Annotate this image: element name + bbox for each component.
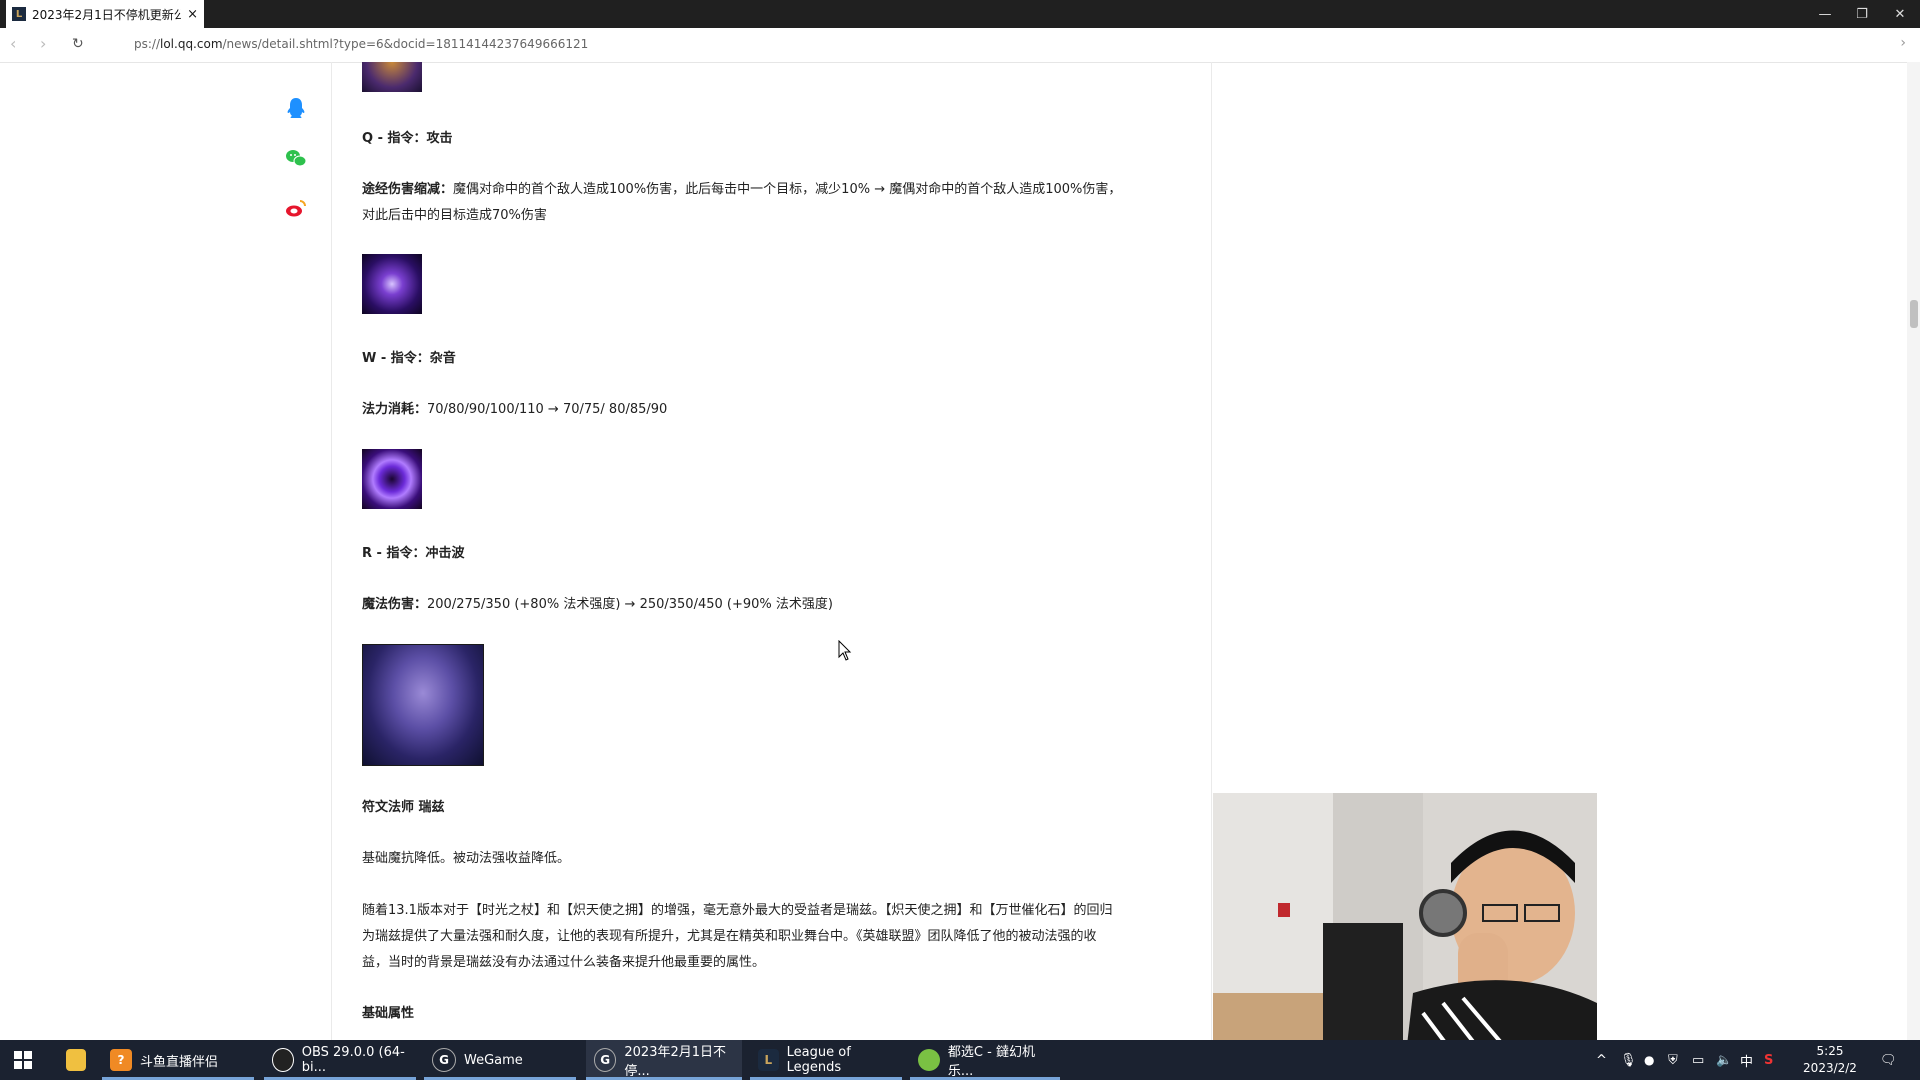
mouse-cursor-icon — [838, 640, 852, 661]
back-icon[interactable]: ‹ — [10, 34, 16, 53]
notification-icon[interactable]: 🗨 — [1880, 1040, 1897, 1080]
base-stats-heading: 基础属性 — [362, 1006, 415, 1021]
taskbar-item-browser[interactable]: G 2023年2月1日不停... — [586, 1040, 742, 1080]
system-clock[interactable]: 5:25 2023/2/2 — [1790, 1043, 1870, 1077]
reload-icon[interactable]: ↻ — [72, 36, 84, 52]
qq-share-icon[interactable] — [284, 96, 308, 120]
skill-icon-top — [362, 62, 422, 92]
page-content: Q - 指令：攻击 途经伤害缩减：魔偶对命中的首个敌人造成100%伤害，此后每击… — [0, 62, 1907, 1040]
windows-start-icon — [14, 1051, 32, 1069]
obs-icon — [272, 1048, 294, 1072]
lol-favicon-icon: L — [12, 7, 26, 21]
music-app-icon — [918, 1049, 940, 1071]
w-skill-title: W - 指令：杂音 — [362, 351, 456, 366]
chevron-right-icon[interactable]: › — [1900, 35, 1906, 51]
tray-up-arrow-icon[interactable]: ^ — [1596, 1040, 1607, 1080]
restore-button[interactable]: ❐ — [1842, 0, 1882, 28]
taskbar-item-music[interactable]: 都选C - 鐽幻机乐... — [910, 1040, 1060, 1080]
douyu-icon: ? — [110, 1049, 132, 1071]
folder-icon — [66, 1049, 86, 1071]
sogou-ime-icon[interactable]: S — [1764, 1040, 1773, 1080]
file-explorer-button[interactable] — [58, 1040, 94, 1080]
ime-indicator[interactable]: 中 — [1740, 1040, 1753, 1080]
start-button[interactable] — [0, 1040, 46, 1080]
vertical-scrollbar[interactable] — [1907, 62, 1920, 1040]
w-skill-icon — [362, 254, 422, 314]
browser-title-bar — [0, 0, 1920, 28]
microphone-icon[interactable]: 🎙 — [1620, 1040, 1637, 1080]
left-divider — [331, 62, 332, 1040]
taskbar-item-lol[interactable]: L League of Legends — [750, 1040, 902, 1080]
url-field[interactable]: ps://lol.qq.com/news/detail.shtml?type=6… — [134, 37, 588, 51]
r-skill-icon — [362, 449, 422, 509]
taskbar-item-douyu[interactable]: ? 斗鱼直播伴侣 — [102, 1040, 254, 1080]
ryze-paragraph-line-3: 益，当时的背景是瑞兹没有办法通过什么装备来提升他最重要的属性。 — [362, 955, 766, 970]
taskbar-item-obs[interactable]: OBS 29.0.0 (64-bi... — [264, 1040, 416, 1080]
scrollbar-thumb[interactable] — [1910, 300, 1918, 328]
shield-icon[interactable]: ⛨ — [1668, 1040, 1678, 1080]
taskbar-item-wegame[interactable]: G WeGame — [424, 1040, 576, 1080]
q-skill-desc-2: 对此后击中的目标造成70%伤害 — [362, 208, 547, 223]
q-skill-title: Q - 指令：攻击 — [362, 131, 453, 146]
browser-icon: G — [594, 1048, 617, 1072]
minimize-button[interactable]: — — [1805, 0, 1845, 28]
webcam-overlay — [1213, 793, 1597, 1080]
q-skill-desc-1: 途经伤害缩减：魔偶对命中的首个敌人造成100%伤害，此后每击中一个目标，减少10… — [362, 182, 1122, 197]
tab-title: 2023年2月1日不停机更新公 — [32, 7, 182, 22]
weibo-share-icon[interactable] — [284, 196, 308, 220]
forward-icon[interactable]: › — [40, 34, 46, 53]
ryze-title: 符文法师 瑞兹 — [362, 800, 445, 815]
ryze-portrait — [362, 644, 484, 766]
w-skill-desc: 法力消耗：70/80/90/100/110 → 70/75/ 80/85/90 — [362, 402, 668, 417]
volume-icon[interactable]: 🔈 — [1716, 1040, 1732, 1080]
wechat-share-icon[interactable] — [284, 146, 308, 170]
tab-close-icon[interactable]: × — [187, 7, 198, 22]
r-skill-desc: 魔法伤害：200/275/350 (+80% 法术强度) → 250/350/4… — [362, 597, 833, 612]
r-skill-title: R - 指令：冲击波 — [362, 546, 465, 561]
qq-tray-icon[interactable]: ● — [1644, 1040, 1654, 1080]
ryze-paragraph-line-1: 随着13.1版本对于【时光之杖】和【炽天使之拥】的增强，毫无意外最大的受益者是瑞… — [362, 903, 1113, 918]
browser-tab-active[interactable]: L 2023年2月1日不停机更新公 × — [6, 0, 204, 28]
right-divider — [1211, 62, 1212, 1040]
lol-icon: L — [758, 1049, 779, 1071]
ryze-paragraph-line-2: 为瑞兹提供了大量法强和耐久度，让他的表现有所提升，尤其是在精英和职业舞台中。《英… — [362, 929, 1097, 944]
wegame-icon: G — [432, 1048, 456, 1072]
network-icon[interactable]: ▭ — [1692, 1040, 1704, 1080]
close-button[interactable]: ✕ — [1880, 0, 1920, 28]
ryze-summary: 基础魔抗降低。被动法强收益降低。 — [362, 851, 571, 866]
